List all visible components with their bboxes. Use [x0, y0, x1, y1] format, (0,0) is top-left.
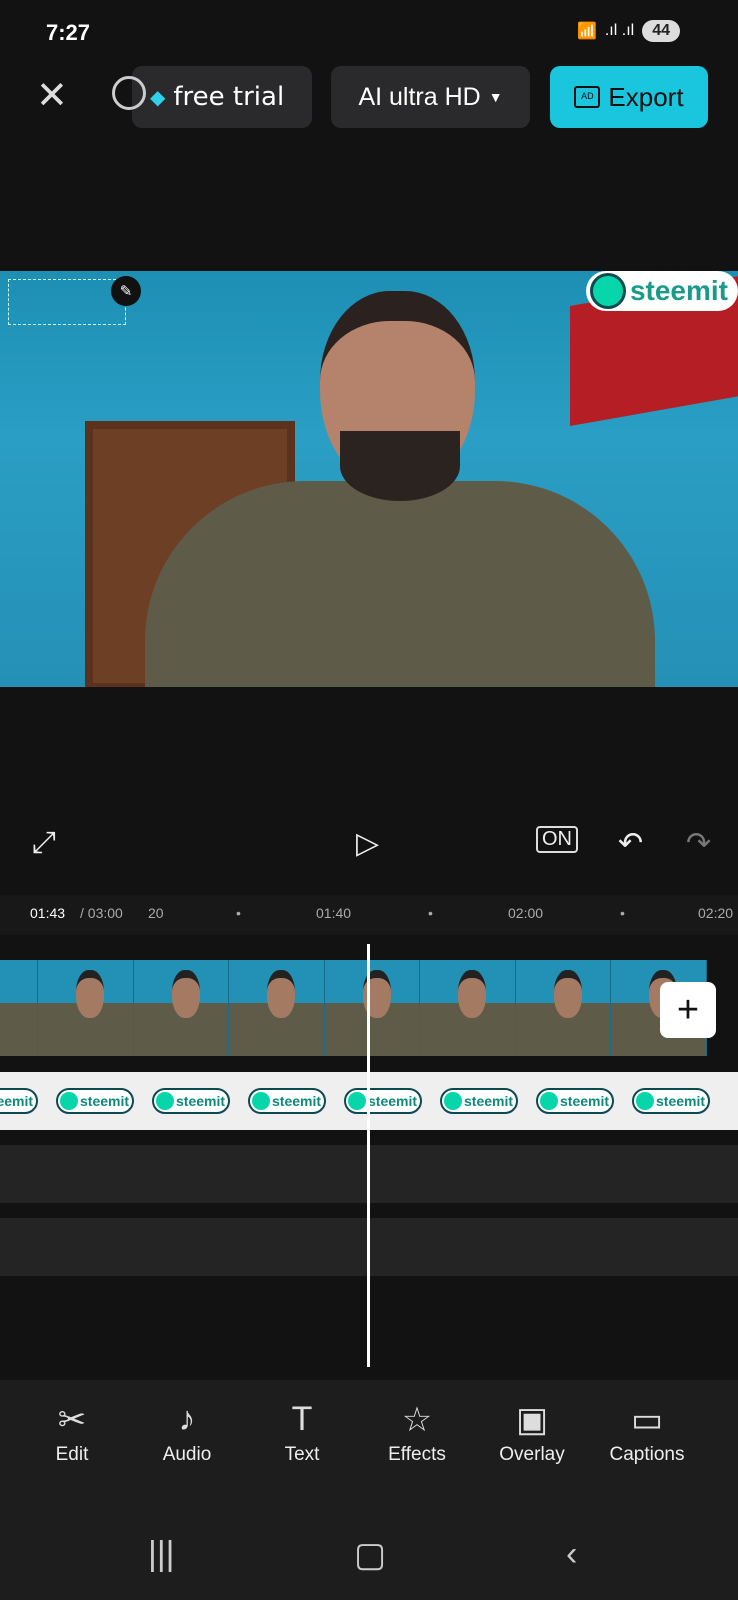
video-thumbnail — [0, 960, 66, 1056]
wifi-icon: 📶 — [576, 23, 597, 40]
tool-label: Captions — [609, 1444, 685, 1465]
playhead[interactable] — [367, 944, 370, 1367]
sticker-clip: steemit — [344, 1088, 422, 1114]
redo-icon[interactable]: ↷ — [686, 826, 711, 861]
status-time: 7:27 — [46, 20, 91, 45]
sticker-clip: steemit — [56, 1088, 134, 1114]
quality-label: AI ultra HD — [358, 82, 481, 111]
video-thumbnail — [324, 960, 420, 1056]
tool-text[interactable]: T Text — [252, 1400, 352, 1466]
music-note-icon: ♪ — [178, 1400, 196, 1438]
free-trial-button[interactable]: ◆ free trial — [132, 66, 312, 128]
video-thumbnail — [38, 960, 134, 1056]
tick-label: 20 — [148, 905, 164, 921]
tool-label: Audio — [162, 1444, 212, 1465]
tick-dot: • — [428, 905, 433, 921]
total-time: / 03:00 — [80, 905, 123, 921]
tick-dot: • — [620, 905, 625, 921]
sticker-clip: steemit — [632, 1088, 710, 1114]
sticker-clip: steemit — [248, 1088, 326, 1114]
tool-label: Overlay — [499, 1444, 565, 1465]
scene-beard — [340, 431, 460, 501]
tool-label: Text — [284, 1444, 320, 1465]
sticker-clip: steemit — [440, 1088, 518, 1114]
tool-edit[interactable]: ✂ Edit — [22, 1400, 122, 1466]
battery-level: 44 — [642, 20, 680, 42]
close-icon[interactable]: ✕ — [36, 77, 68, 115]
tool-captions[interactable]: ▭ Captions — [597, 1400, 697, 1466]
tick-label: 02:00 — [508, 905, 544, 921]
add-clip-button[interactable]: + — [660, 982, 716, 1038]
steemit-logo-icon — [589, 273, 626, 309]
tool-label: Effects — [388, 1444, 446, 1465]
export-label: Export — [608, 81, 684, 112]
pencil-icon[interactable]: ✎ — [111, 276, 141, 306]
tool-effects[interactable]: ☆ Effects — [367, 1400, 467, 1466]
home-icon[interactable]: ▢ — [354, 1535, 386, 1575]
overlay-icon: ▣ — [515, 1401, 549, 1439]
tick-label: 02:20 — [698, 905, 734, 921]
steemit-watermark[interactable]: steemit — [585, 271, 738, 311]
diamond-icon: ◆ — [150, 85, 166, 109]
text-icon: T — [291, 1400, 313, 1438]
captions-icon: ▭ — [630, 1401, 664, 1439]
video-thumbnail — [420, 960, 516, 1056]
video-thumbnail — [133, 960, 229, 1056]
play-icon[interactable]: ▷ — [356, 826, 379, 861]
video-preview[interactable]: steemit ✎ — [0, 271, 738, 687]
fullscreen-icon[interactable]: ⤢ — [32, 826, 56, 860]
timeline-ruler[interactable]: 01:43 / 03:00 20 • 01:40 • 02:00 • 02:20 — [0, 895, 738, 935]
sticker-clip: steemit — [0, 1088, 38, 1114]
export-icon: AD — [574, 86, 601, 108]
video-thumbnail — [515, 960, 611, 1056]
signal-icon: .ıl .ıl — [604, 22, 635, 39]
status-icons: 📶 .ıl .ıl 44 — [577, 20, 680, 42]
scissors-icon: ✂ — [57, 1401, 87, 1439]
export-button[interactable]: AD Export — [550, 66, 708, 128]
video-thumbnail — [229, 960, 325, 1056]
back-icon[interactable]: ‹ — [566, 1535, 577, 1574]
sticker-clip: steemit — [536, 1088, 614, 1114]
search-icon[interactable] — [112, 76, 146, 110]
caret-down-icon: ▼ — [488, 89, 503, 105]
top-bar: ✕ ◆ free trial AI ultra HD ▼ AD Export — [0, 66, 738, 128]
sticker-clip: steemit — [152, 1088, 230, 1114]
scene-person-body — [145, 481, 655, 687]
quality-dropdown[interactable]: AI ultra HD ▼ — [331, 66, 530, 128]
watermark-text: steemit — [629, 275, 728, 306]
tool-label: Edit — [55, 1444, 89, 1465]
tool-overlay[interactable]: ▣ Overlay — [482, 1400, 582, 1466]
tool-audio[interactable]: ♪ Audio — [137, 1400, 237, 1466]
free-trial-label: free trial — [173, 82, 285, 112]
undo-icon[interactable]: ↶ — [618, 826, 643, 861]
logo-selection-box[interactable]: ✎ — [8, 276, 141, 325]
current-time: 01:43 — [30, 905, 66, 921]
recents-icon[interactable]: ||| — [148, 1535, 175, 1574]
tick-dot: • — [236, 905, 241, 921]
toolbar: ✂ Edit ♪ Audio T Text ☆ Effects ▣ Overlay ▭ Ca… — [0, 1400, 738, 1480]
star-icon: ☆ — [401, 1401, 433, 1439]
tick-label: 01:40 — [316, 905, 352, 921]
keyframe-on-icon[interactable]: ON — [536, 826, 578, 853]
